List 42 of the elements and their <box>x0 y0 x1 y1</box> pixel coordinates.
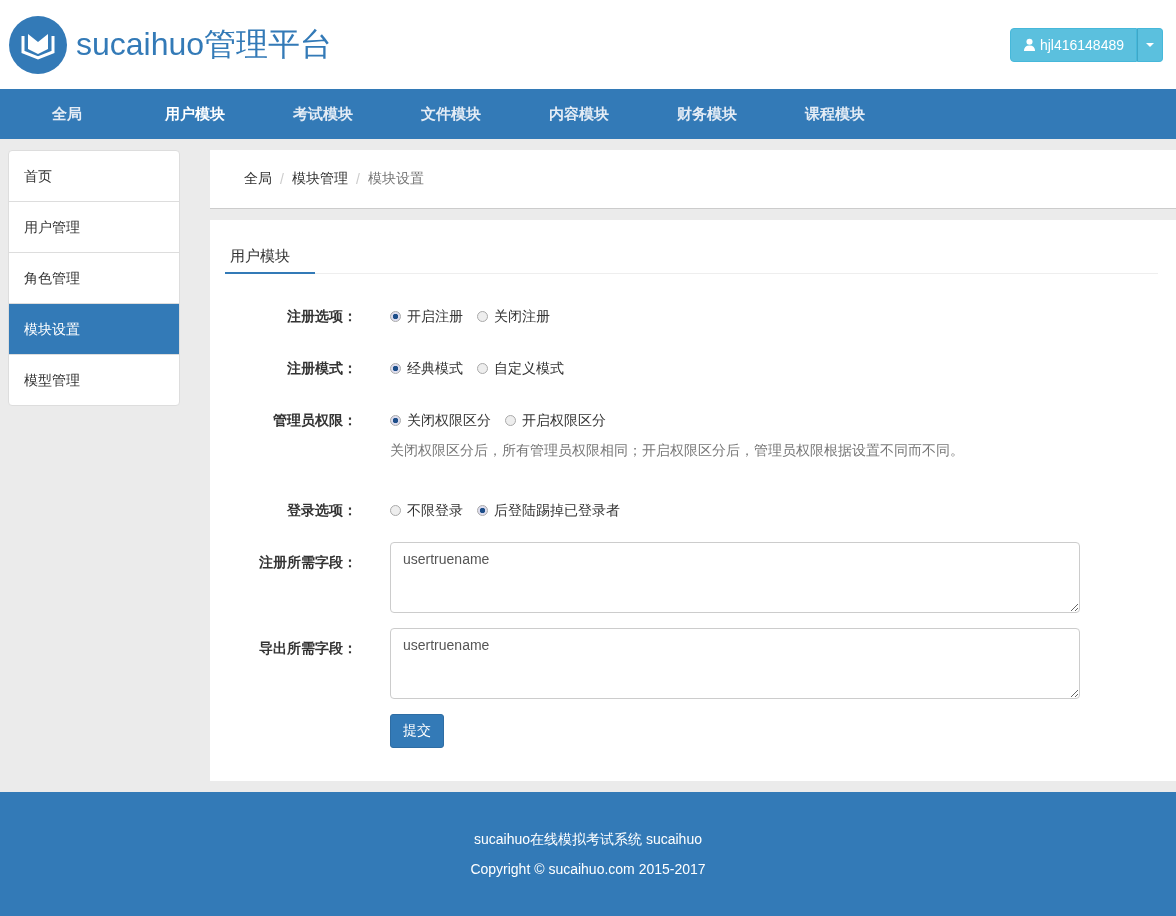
field-label: 登录选项： <box>286 501 358 520</box>
radio-option[interactable]: 不限登录 <box>390 500 463 520</box>
field-label: 管理员权限： <box>272 411 358 430</box>
nav-tab[interactable]: 内容模块 <box>515 89 643 139</box>
field-label: 注册选项： <box>286 307 358 326</box>
dropdown-toggle[interactable] <box>1137 27 1163 62</box>
breadcrumb-current: 模块设置 <box>367 170 424 188</box>
nav-tab[interactable]: 文件模块 <box>387 89 515 139</box>
field-label: 注册模式： <box>286 359 358 378</box>
sidebar-item[interactable]: 首页 <box>9 151 179 201</box>
section-tab[interactable]: 用户模块 <box>225 244 315 274</box>
radio-option[interactable]: 开启注册 <box>390 306 463 326</box>
help-text: 关闭权限区分后，所有管理员权限相同；开启权限区分后，管理员权限根据设置不同而不同。 <box>390 442 964 460</box>
radio-option[interactable]: 自定义模式 <box>477 358 564 378</box>
field-label: 导出所需字段： <box>258 639 358 658</box>
nav-tab[interactable]: 财务模块 <box>643 89 771 139</box>
footer-text: Copyright © sucaihuo.com 2015-2017 <box>470 861 706 877</box>
radio-option[interactable]: 开启权限区分 <box>505 410 606 430</box>
app-title: sucaihuo管理平台 <box>76 24 333 64</box>
breadcrumb-separator: / <box>355 171 360 187</box>
breadcrumb-link[interactable]: 模块管理 <box>291 170 348 188</box>
nav-tab[interactable]: 考试模块 <box>259 89 387 139</box>
breadcrumb-link[interactable]: 全局 <box>244 170 272 188</box>
user-icon <box>1022 38 1036 51</box>
submit-button[interactable]: 提交 <box>390 714 444 748</box>
book-logo-icon <box>9 15 67 74</box>
radio-option[interactable]: 关闭权限区分 <box>390 410 491 430</box>
nav-tab[interactable]: 用户模块 <box>131 89 259 139</box>
sidebar-item[interactable]: 模块设置 <box>9 303 179 354</box>
text-area[interactable]: usertruename <box>390 542 1080 613</box>
nav-tab[interactable]: 课程模块 <box>771 89 899 139</box>
sidebar-item[interactable]: 模型管理 <box>9 354 179 405</box>
sidebar-item[interactable]: 用户管理 <box>9 201 179 252</box>
nav-tab[interactable]: 全局 <box>3 89 131 139</box>
text-area[interactable]: usertruename <box>390 628 1080 699</box>
radio-option[interactable]: 关闭注册 <box>477 306 550 326</box>
footer-text: sucaihuo在线模拟考试系统 sucaihuo <box>474 831 702 849</box>
caret-icon <box>1146 42 1154 47</box>
radio-option[interactable]: 经典模式 <box>390 358 463 378</box>
field-label: 注册所需字段： <box>258 553 358 572</box>
breadcrumb-separator: / <box>280 171 284 187</box>
radio-option[interactable]: 后登陆踢掉已登录者 <box>477 500 620 520</box>
